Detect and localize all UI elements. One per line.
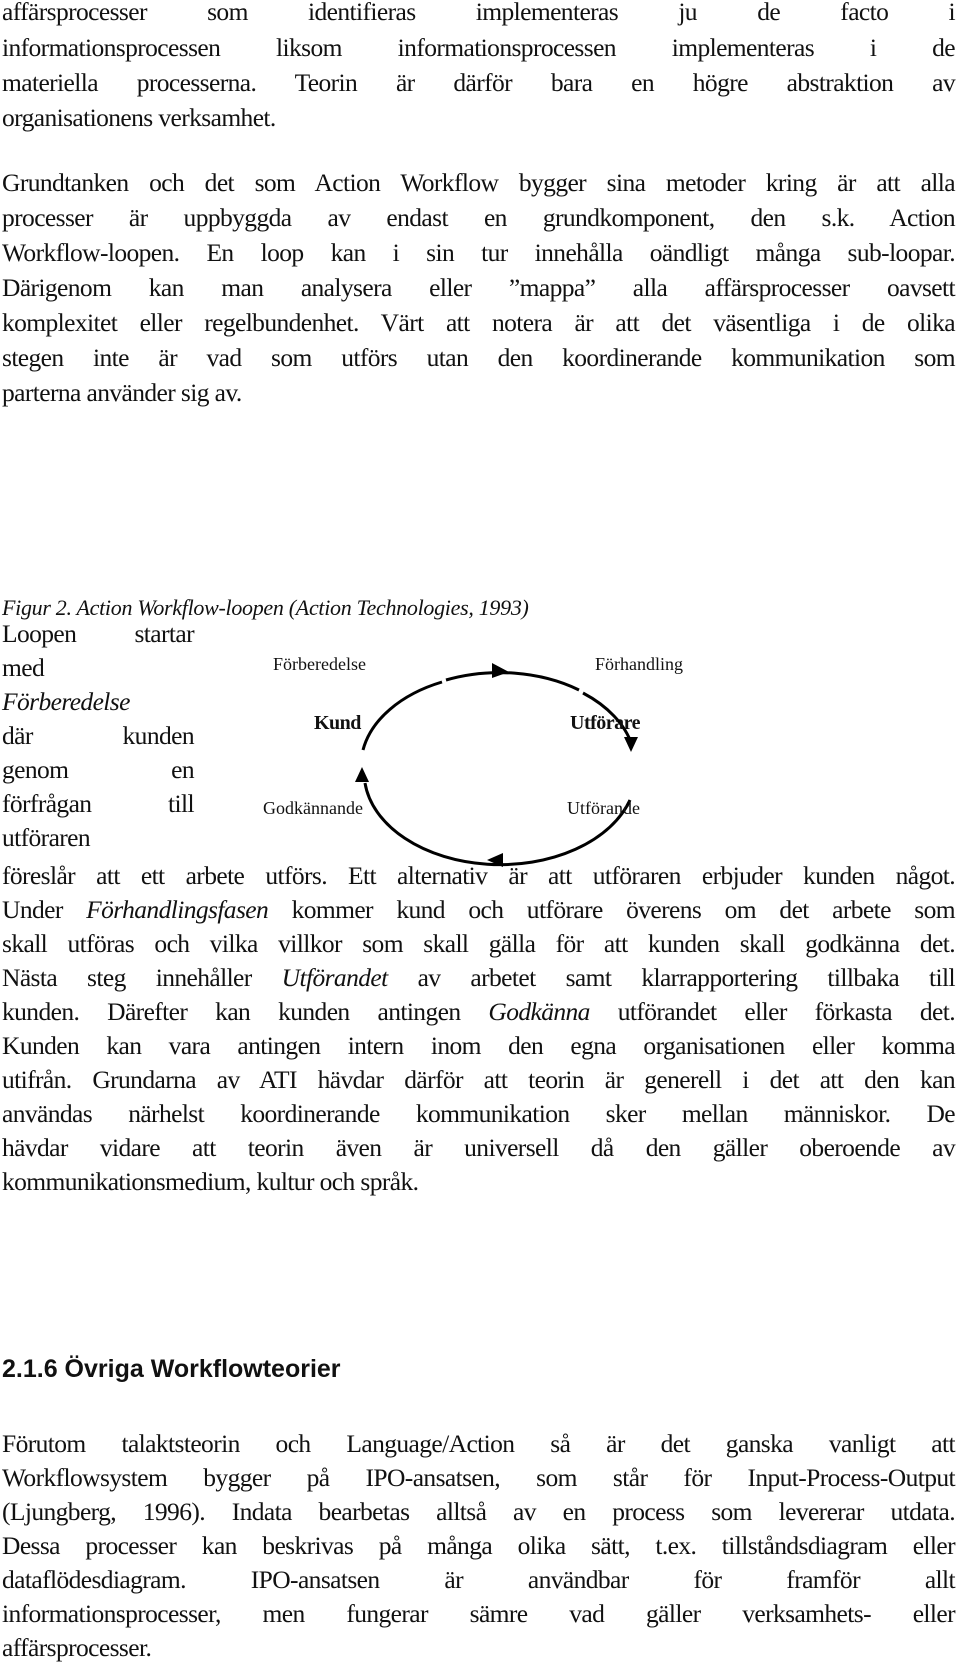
arc-bottom — [363, 782, 632, 867]
text-line: förfrågan till — [2, 789, 195, 818]
text-line: Workflow-loopen. En loop kan i sin tur i… — [2, 238, 956, 267]
text-line: skall utföras och vilka villkor som skal… — [2, 929, 956, 958]
text-line: utifrån. Grundarna av ATI hävdar därför … — [2, 1065, 956, 1094]
text-span: Nästa steg innehåller — [2, 963, 282, 992]
text-line: parterna använder sig av. — [2, 378, 242, 407]
text-span: Under — [2, 895, 87, 924]
text-line: affärsprocesser som identifieras impleme… — [2, 0, 956, 26]
text-line: stegen inte är vad som utförs utan den k… — [2, 343, 956, 372]
arc-top-left — [361, 680, 443, 751]
text-span: utförandet eller förkasta det. — [589, 997, 956, 1026]
text-line: Grundtanken och det som Action Workflow … — [2, 168, 956, 197]
text-line: materiella processerna. Teorin är därför… — [2, 68, 956, 97]
label-utforare: Utförare — [570, 712, 641, 734]
text-line: informationsprocessen liksom information… — [2, 33, 956, 62]
text-span: kommer kund och utförare överens om det … — [268, 895, 956, 924]
arrow-top-icon — [492, 663, 509, 678]
text-line: hävdar vidare att teorin även är univers… — [2, 1133, 956, 1162]
text-line: informationsprocesser, men fungerar sämr… — [2, 1599, 956, 1628]
text-line: organisationens verksamhet. — [2, 103, 276, 132]
section-heading: 2.1.6 Övriga Workflowteorier — [2, 1355, 341, 1383]
text-line: föreslår att ett arbete utförs. Ett alte… — [2, 861, 956, 890]
text-line: Dessa processer kan beskrivas på många o… — [2, 1531, 956, 1560]
text-line: dataflödesdiagram. IPO-ansatsen är använ… — [2, 1565, 956, 1594]
text-line: Under Förhandlingsfasen kommer kund och … — [2, 892, 956, 928]
arrow-right-icon — [624, 737, 638, 752]
text-line: användas närhelst koordinerande kommunik… — [2, 1099, 956, 1128]
text-line: Kunden kan vara antingen intern inom den… — [2, 1031, 956, 1060]
label-kund: Kund — [314, 712, 361, 734]
text-line: Därigenom kan man analysera eller ”mappa… — [2, 273, 956, 302]
text-line: där kunden — [2, 721, 195, 750]
text-line: med — [2, 653, 45, 682]
label-utforande: Utförande — [567, 798, 640, 818]
text-line: kommunikationsmedium, kultur och språk. — [2, 1167, 419, 1196]
label-godkannande: Godkännande — [263, 798, 363, 818]
text-line: (Ljungberg, 1996). Indata bearbetas allt… — [2, 1497, 956, 1526]
label-forhandling: Förhandling — [595, 654, 683, 674]
arc-top — [445, 671, 580, 692]
arrow-left-icon — [355, 767, 369, 782]
label-forberedelse: Förberedelse — [273, 654, 366, 674]
text-line: Workflowsystem bygger på IPO-ansatsen, s… — [2, 1463, 956, 1492]
text-line: genom en — [2, 755, 195, 784]
text-line: komplexitet eller regelbundenhet. Värt a… — [2, 308, 956, 337]
text-line: processer är uppbyggda av endast en grun… — [2, 203, 956, 232]
text-span: av arbetet samt klarrapportering tillbak… — [387, 963, 956, 992]
text-line: Förberedelse — [2, 684, 194, 720]
emphasis-term: Förberedelse — [2, 687, 130, 716]
workflow-loop-diagram: Förberedelse Förhandling Kund Utförare G… — [255, 654, 695, 885]
emphasis-term: Förhandlingsfasen — [86, 895, 269, 924]
text-line: Nästa steg innehåller Utförandet av arbe… — [2, 960, 956, 996]
text-line: utföraren — [2, 823, 91, 852]
text-line: kunden. Därefter kan kunden antingen God… — [2, 994, 956, 1030]
text-span: kunden. Därefter kan kunden antingen — [2, 997, 489, 1026]
loop-graphic — [355, 663, 638, 867]
emphasis-term: Utförandet — [281, 963, 389, 992]
emphasis-term: Godkänna — [488, 997, 590, 1026]
text-line: Förutom talaktsteorin och Language/Actio… — [2, 1429, 956, 1458]
text-line: Loopen startar — [2, 619, 195, 648]
text-line: affärsprocesser. — [2, 1633, 152, 1662]
